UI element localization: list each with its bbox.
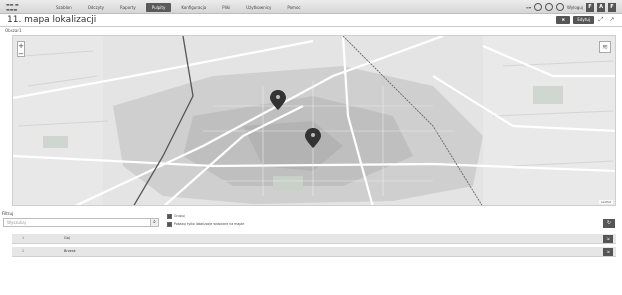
search-icon[interactable]: ⌕	[150, 218, 159, 227]
zoom-in-button[interactable]: +	[18, 42, 24, 50]
visible-only-checkbox-label: Pokazuj tylko lokalizacje widoczne na ma…	[174, 222, 245, 226]
locate-button[interactable]: ⇲	[603, 248, 613, 256]
fullscreen-icon[interactable]: ⤢	[597, 16, 605, 24]
layer-label: Obszar1	[5, 28, 22, 33]
visible-only-checkbox[interactable]	[167, 222, 172, 227]
nav-item-5[interactable]: Konfiguracja	[175, 3, 212, 12]
nav-item-4[interactable]: Pulpity	[145, 3, 172, 12]
zoom-out-button[interactable]: −	[18, 50, 24, 58]
list-item-number: 1	[22, 236, 25, 240]
refresh-button[interactable]: ↻	[603, 219, 615, 228]
nav-item-2[interactable]: Odczyty	[82, 3, 110, 12]
nav-item-7[interactable]: Użytkownicy	[240, 3, 277, 12]
status-circle-icon[interactable]	[556, 3, 564, 11]
map-view[interactable]: + − ≋ Leaflet	[12, 35, 616, 206]
nav-item-3[interactable]: Raporty	[114, 3, 142, 12]
app-logo[interactable]: ▬▬ ▬ ▬▬▬	[6, 2, 36, 12]
list-item-number: 2	[22, 249, 25, 253]
locate-button[interactable]: ⇲	[603, 235, 613, 243]
list-item-name: Gaj	[64, 236, 70, 240]
map-attribution[interactable]: Leaflet	[598, 200, 613, 204]
external-link-icon[interactable]: ↗	[608, 16, 616, 24]
list-item[interactable]: 1 Gaj ⇲	[12, 234, 616, 244]
title-actions: ✖ Edytuj ⤢ ↗	[556, 16, 616, 24]
list-item-name: Brzesk	[64, 249, 76, 253]
close-button[interactable]: ✖	[556, 16, 571, 24]
nav-item-8[interactable]: Pomoc	[281, 3, 306, 12]
edit-button[interactable]: Edytuj	[573, 16, 594, 24]
nav-item-6[interactable]: Pliki	[216, 3, 236, 12]
brand-logo-icon: A	[597, 2, 605, 12]
status-circle-icon[interactable]	[534, 3, 542, 11]
nav-item-1[interactable]: Szablon	[50, 3, 78, 12]
layers-icon[interactable]: ≋	[599, 41, 611, 53]
status-circle-icon[interactable]	[545, 3, 553, 11]
brand-logo-icon: F	[608, 2, 616, 12]
map-tiles	[13, 36, 615, 205]
list-item[interactable]: 2 Brzesk ⇲	[12, 247, 616, 257]
brand-logo-icon: F	[586, 2, 594, 12]
language-icon[interactable]: ≡▾	[526, 5, 531, 10]
page-title: 11. mapa lokalizacji	[7, 15, 97, 25]
search-input[interactable]: Wyszukaj	[3, 218, 153, 227]
group-checkbox-label: Grupuj	[174, 214, 185, 218]
divider	[0, 26, 622, 27]
top-right-tools: ≡▾ Wyloguj F A F	[526, 2, 616, 12]
top-nav-bar: ▬▬ ▬ ▬▬▬ Szablon Odczyty Raporty Pulpity …	[0, 0, 622, 14]
logout-link[interactable]: Wyloguj	[567, 5, 583, 10]
zoom-control: + −	[17, 41, 25, 58]
main-nav: Szablon Odczyty Raporty Pulpity Konfigur…	[50, 3, 307, 12]
filter-label: Filtruj	[2, 211, 14, 216]
group-checkbox[interactable]	[167, 214, 172, 219]
